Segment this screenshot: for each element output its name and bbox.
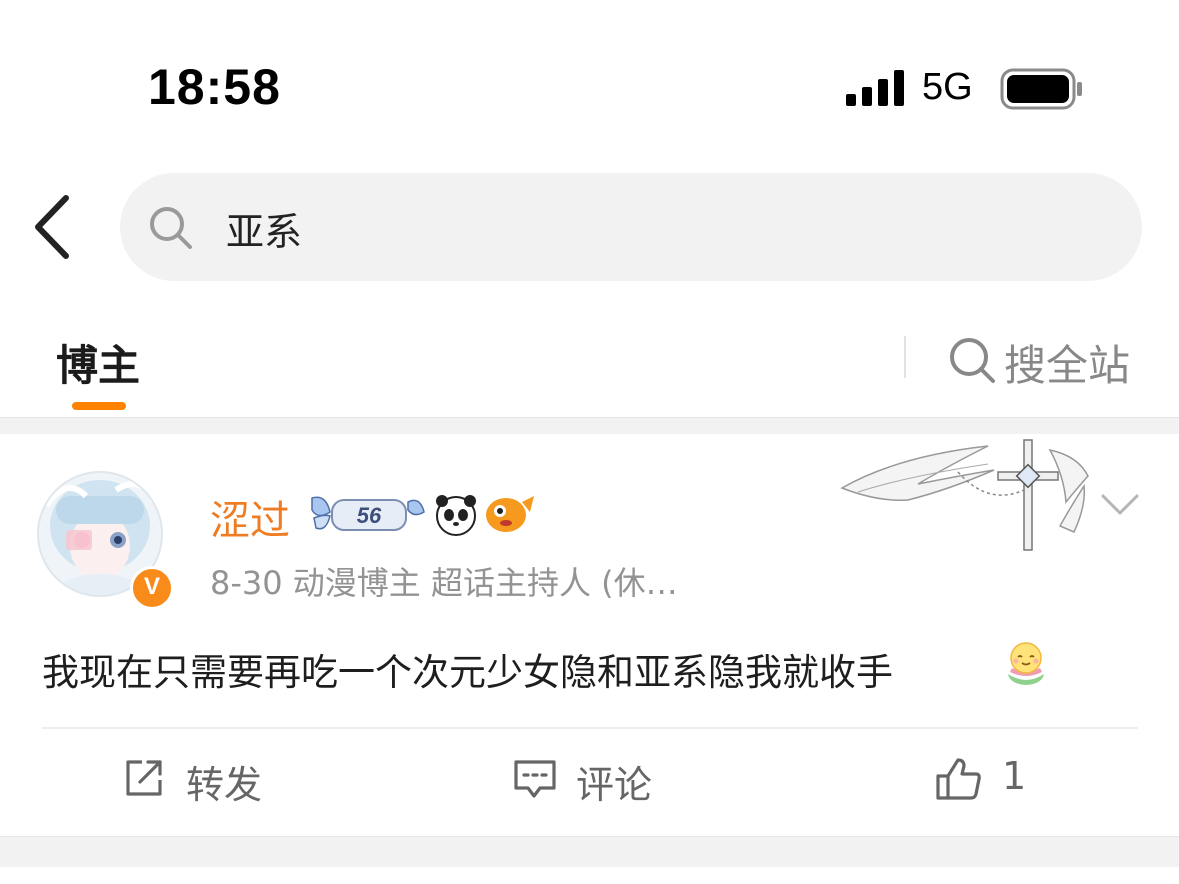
- comment-label: 评论: [576, 763, 653, 807]
- chevron-left-icon[interactable]: [28, 192, 82, 262]
- chevron-down-icon[interactable]: [1100, 492, 1140, 518]
- network-type: 5G: [922, 66, 973, 108]
- search-all-label: 搜全站: [1004, 341, 1131, 390]
- post-card[interactable]: V 涩过 56 8-30 动漫博主 超话主持人 (休… 我现在只需要再吃一个次元…: [0, 434, 1179, 836]
- verified-badge: V: [130, 566, 174, 610]
- thumbs-up-icon: [936, 758, 981, 800]
- tab-bar: 博主 搜全站: [0, 320, 1179, 418]
- badge-level-text: 56: [357, 503, 382, 528]
- tab-divider: [904, 336, 906, 378]
- username[interactable]: 涩过: [210, 488, 290, 546]
- section-separator: [0, 417, 1179, 434]
- status-bar: 18:58 5G: [0, 0, 1179, 150]
- search-query-text: 亚系: [226, 210, 303, 254]
- user-badges: 56: [311, 495, 534, 536]
- pray-emoji-icon: [1008, 642, 1044, 685]
- active-tab-indicator: [72, 402, 126, 410]
- search-header: 亚系: [0, 170, 1179, 284]
- post-meta: 8-30 动漫博主 超话主持人 (休…: [210, 564, 678, 602]
- repost-label: 转发: [186, 763, 263, 807]
- winged-cross-icon: [840, 439, 1089, 551]
- fish-icon: [486, 496, 534, 532]
- status-time: 18:58: [148, 59, 281, 115]
- section-separator: [0, 836, 1179, 867]
- panda-icon: [436, 495, 476, 536]
- like-count: 1: [1002, 754, 1027, 798]
- comment-icon: [514, 760, 556, 798]
- share-icon: [126, 760, 162, 796]
- search-input[interactable]: 亚系: [120, 173, 1142, 281]
- search-icon: [150, 207, 192, 249]
- post-divider: [42, 727, 1138, 729]
- post-content: 我现在只需要再吃一个次元少女隐和亚系隐我就收手: [42, 651, 893, 694]
- butterfly-level-56-icon: 56: [311, 496, 425, 531]
- tab-blogger[interactable]: 博主: [56, 332, 140, 393]
- battery-icon: [1000, 68, 1082, 110]
- cellular-signal-icon: [846, 70, 904, 106]
- search-icon: [950, 338, 995, 383]
